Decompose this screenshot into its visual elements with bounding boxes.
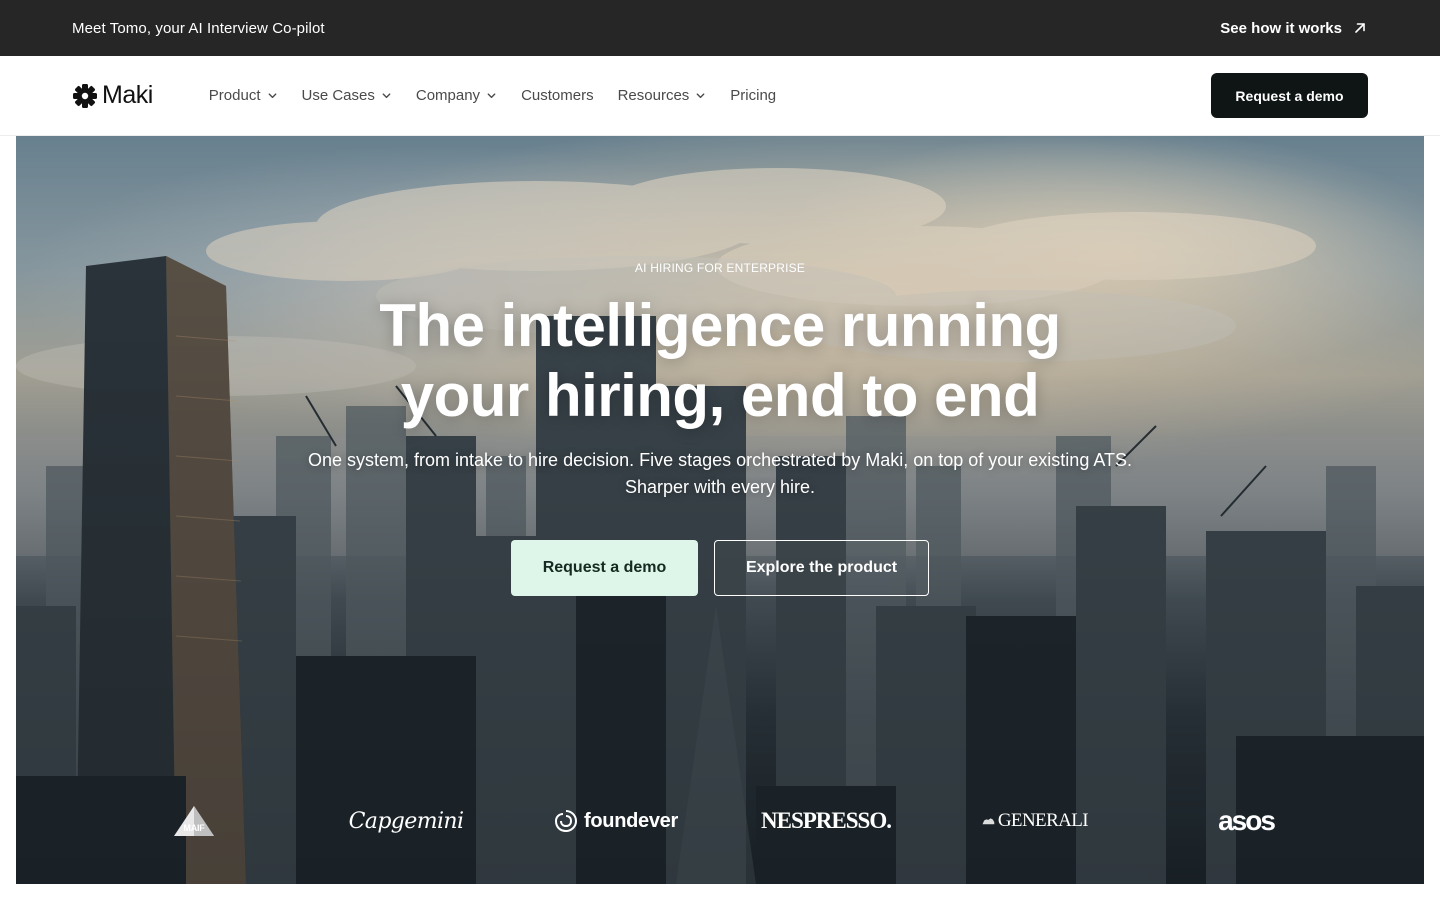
chevron-down-icon xyxy=(487,93,496,99)
maif-logo: MAIF xyxy=(168,791,220,851)
hero-eyebrow: AI HIRING FOR ENTERPRISE xyxy=(634,261,806,275)
maif-logo-text: MAIF xyxy=(183,823,205,833)
see-how-it-works-label: See how it works xyxy=(1220,19,1342,37)
see-how-it-works-link[interactable]: See how it works xyxy=(1220,20,1368,37)
hero-subheadline: One system, from intake to hire decision… xyxy=(307,450,1133,497)
asos-logo: asos xyxy=(1208,791,1284,851)
arrow-up-right-icon xyxy=(1355,23,1365,33)
nav-item-product[interactable]: Product xyxy=(209,87,278,104)
nav-item-company[interactable]: Company xyxy=(416,87,497,104)
hero-headline: The intelligence running your hiring, en… xyxy=(16,291,1424,431)
capgemini-logo-text: Capgemini xyxy=(348,808,464,834)
chevron-down-icon xyxy=(268,93,276,99)
logo-wordmark: Maki xyxy=(102,81,153,109)
foundever-mark-icon xyxy=(554,810,578,833)
customer-logos: MAIF Capgemini foundever NESPRESSO. GENE… xyxy=(16,791,1424,851)
foundever-logo-text: foundever xyxy=(584,809,678,832)
foundever-logo: foundever xyxy=(548,791,684,851)
generali-logo-text: GENERALI xyxy=(997,810,1089,831)
nav-item-label: Pricing xyxy=(730,87,777,104)
hero-overlay xyxy=(16,136,1424,884)
nav-item-customers[interactable]: Customers xyxy=(521,87,594,104)
hero-headline-line-2: your hiring, end to end xyxy=(400,362,1040,429)
nespresso-logo: NESPRESSO. xyxy=(761,791,892,851)
maki-logo[interactable]: Maki xyxy=(72,81,153,110)
hero-section: AI HIRING FOR ENTERPRISE The intelligenc… xyxy=(16,136,1424,884)
hero-headline-line-1: The intelligence running xyxy=(379,292,1061,359)
request-demo-button[interactable]: Request a demo xyxy=(1211,73,1368,118)
maki-mark-icon xyxy=(73,83,97,108)
nav-item-label: Resources xyxy=(617,87,690,104)
announcement-message: Meet Tomo, your AI Interview Co-pilot xyxy=(72,19,325,37)
nespresso-logo-text: NESPRESSO. xyxy=(761,808,892,833)
hero-request-demo-button[interactable]: Request a demo xyxy=(511,540,698,596)
chevron-down-icon xyxy=(696,93,705,99)
announcement-bar: Meet Tomo, your AI Interview Co-pilot Se… xyxy=(0,0,1440,56)
nav-menu: Product Use Cases Company Customers Reso… xyxy=(209,87,776,104)
explore-product-button[interactable]: Explore the product xyxy=(714,540,929,596)
asos-logo-text: asos xyxy=(1218,805,1276,836)
generali-logo: GENERALI xyxy=(982,791,1089,851)
nav-item-label: Product xyxy=(208,87,261,104)
main-nav: Maki Product Use Cases Company Customers… xyxy=(0,56,1440,136)
nav-item-label: Customers xyxy=(521,87,594,104)
nav-item-pricing[interactable]: Pricing xyxy=(730,87,776,104)
chevron-down-icon xyxy=(382,93,391,99)
generali-lion-icon xyxy=(982,818,995,825)
nav-item-resources[interactable]: Resources xyxy=(618,87,707,104)
nav-item-label: Company xyxy=(415,87,481,104)
nav-item-use-cases[interactable]: Use Cases xyxy=(302,87,392,104)
nav-item-label: Use Cases xyxy=(301,87,375,104)
capgemini-logo: Capgemini xyxy=(346,791,466,851)
